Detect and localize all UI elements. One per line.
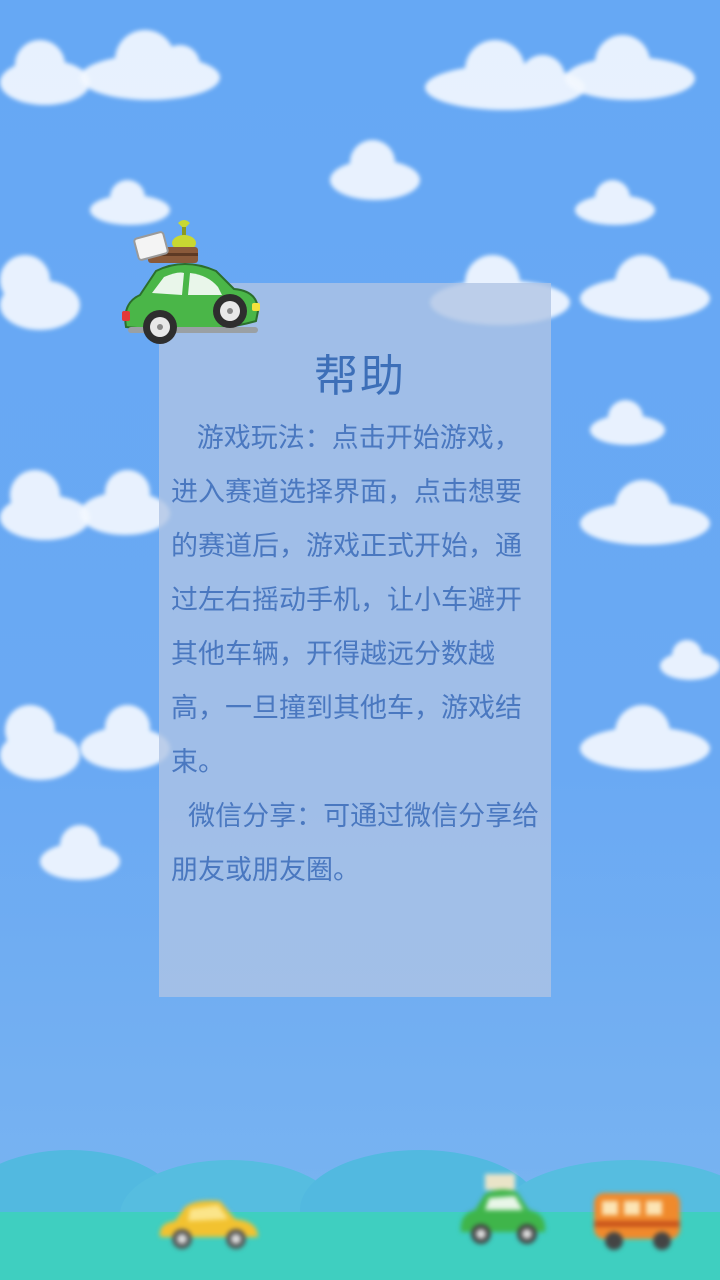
cloud <box>580 255 710 320</box>
cloud <box>580 705 710 770</box>
yellow-car-icon <box>159 1200 258 1249</box>
cloud <box>580 480 710 545</box>
cloud <box>40 825 120 880</box>
cloud <box>590 400 665 445</box>
green-car-icon <box>460 1174 546 1244</box>
cloud <box>80 705 170 770</box>
cloud <box>0 705 80 780</box>
cloud <box>565 35 695 100</box>
cloud <box>80 30 220 100</box>
cloud <box>425 40 585 110</box>
cloud <box>0 255 80 330</box>
cloud <box>330 140 420 200</box>
wechat-share-paragraph: 微信分享：可通过微信分享给朋友或朋友圈。 <box>171 801 540 886</box>
cloud <box>0 470 90 540</box>
orange-bus-icon <box>594 1193 680 1250</box>
cloud <box>80 470 170 535</box>
cloud <box>575 180 655 225</box>
gameplay-paragraph: 游戏玩法：点击开始游戏，进入赛道选择界面，点击想要的赛道后，游戏正式开始，通过左… <box>171 423 522 778</box>
cloud <box>660 640 720 680</box>
help-title: 帮助 <box>314 351 406 402</box>
green-car-with-luggage-icon <box>122 220 260 344</box>
help-body: 游戏玩法：点击开始游戏，进入赛道选择界面，点击想要的赛道后，游戏正式开始，通过左… <box>171 412 543 898</box>
cloud <box>0 35 90 105</box>
